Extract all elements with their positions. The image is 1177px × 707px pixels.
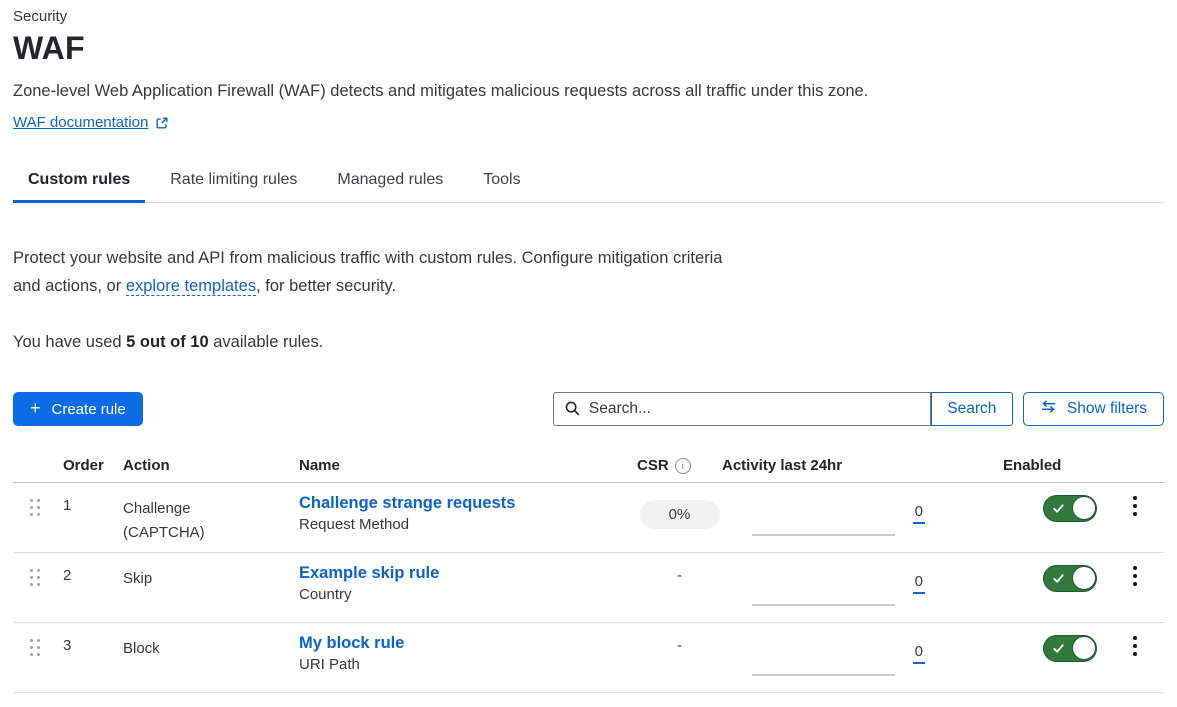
rule-name-link[interactable]: Challenge strange requests xyxy=(299,494,515,513)
activity-sparkline-cell: 0 xyxy=(722,623,938,692)
create-rule-button[interactable]: + Create rule xyxy=(13,392,143,426)
rule-order: 2 xyxy=(63,553,123,622)
search-button[interactable]: Search xyxy=(931,392,1013,426)
rule-action: Challenge (CAPTCHA) xyxy=(123,483,299,552)
intro-text: Protect your website and API from malici… xyxy=(13,244,751,300)
sparkline xyxy=(752,534,895,536)
tab-bar: Custom rules Rate limiting rules Managed… xyxy=(13,171,1164,203)
tab-tools[interactable]: Tools xyxy=(468,171,535,203)
waf-documentation-label: WAF documentation xyxy=(13,114,148,131)
header-csr: CSR xyxy=(637,457,669,474)
toggle-knob xyxy=(1072,496,1096,520)
show-filters-button[interactable]: Show filters xyxy=(1023,392,1164,426)
search-input[interactable] xyxy=(553,392,931,426)
toggle-knob xyxy=(1072,636,1096,660)
rule-action-line1: Block xyxy=(123,637,299,661)
tab-managed-rules[interactable]: Managed rules xyxy=(322,171,458,203)
table-row: 3 Block My block rule URI Path - 0 xyxy=(13,623,1164,693)
rule-field: Request Method xyxy=(299,516,637,533)
explore-templates-link[interactable]: explore templates xyxy=(126,277,256,296)
table-header-row: Order Action Name CSR i Activity last 24… xyxy=(13,457,1164,483)
header-order: Order xyxy=(63,457,123,474)
toggle-knob xyxy=(1072,566,1096,590)
activity-sparkline-cell: 0 xyxy=(722,483,938,552)
tab-rate-limiting-rules[interactable]: Rate limiting rules xyxy=(155,171,312,203)
rule-action-line1: Challenge xyxy=(123,497,299,521)
kebab-menu-icon[interactable] xyxy=(1128,636,1142,656)
page-title: WAF xyxy=(13,30,1164,67)
drag-handle-icon[interactable] xyxy=(13,623,63,692)
rule-action-line1: Skip xyxy=(123,567,299,591)
check-icon xyxy=(1052,502,1065,520)
enabled-toggle[interactable] xyxy=(1043,565,1097,592)
activity-count-link[interactable]: 0 xyxy=(913,643,925,664)
drag-handle-icon[interactable] xyxy=(13,553,63,622)
sparkline xyxy=(752,604,895,606)
sparkline xyxy=(752,674,895,676)
rule-field: URI Path xyxy=(299,656,637,673)
waf-documentation-link[interactable]: WAF documentation xyxy=(13,114,169,131)
activity-sparkline-cell: 0 xyxy=(722,553,938,622)
header-name: Name xyxy=(299,457,637,474)
search-icon xyxy=(564,400,581,422)
csr-badge: 0% xyxy=(640,500,720,529)
kebab-menu-icon[interactable] xyxy=(1128,566,1142,586)
usage-prefix: You have used xyxy=(13,333,126,351)
breadcrumb: Security xyxy=(13,8,1164,25)
enabled-toggle[interactable] xyxy=(1043,495,1097,522)
activity-count-link[interactable]: 0 xyxy=(913,503,925,524)
rule-action: Block xyxy=(123,623,299,692)
usage-suffix: available rules. xyxy=(209,333,324,351)
usage-count: 5 out of 10 xyxy=(126,333,209,351)
activity-count-link[interactable]: 0 xyxy=(913,573,925,594)
create-rule-label: Create rule xyxy=(52,401,126,418)
header-activity: Activity last 24hr xyxy=(722,457,938,474)
usage-text: You have used 5 out of 10 available rule… xyxy=(13,333,1164,352)
rule-action: Skip xyxy=(123,553,299,622)
enabled-toggle[interactable] xyxy=(1043,635,1097,662)
waf-page: Security WAF Zone-level Web Application … xyxy=(0,0,1177,693)
filters-icon xyxy=(1040,399,1057,419)
plus-icon: + xyxy=(30,399,41,417)
header-enabled: Enabled xyxy=(938,457,1120,474)
page-description: Zone-level Web Application Firewall (WAF… xyxy=(13,82,1164,101)
csr-value: - xyxy=(677,637,682,654)
rules-table: Order Action Name CSR i Activity last 24… xyxy=(13,457,1164,693)
check-icon xyxy=(1052,642,1065,660)
external-link-icon xyxy=(155,116,169,130)
show-filters-label: Show filters xyxy=(1067,400,1147,418)
search-group: Search xyxy=(553,392,1013,426)
drag-handle-icon[interactable] xyxy=(13,483,63,552)
check-icon xyxy=(1052,572,1065,590)
csr-info-icon[interactable]: i xyxy=(675,458,691,474)
table-row: 2 Skip Example skip rule Country - 0 xyxy=(13,553,1164,623)
intro-text-after: , for better security. xyxy=(256,277,396,295)
rule-order: 1 xyxy=(63,483,123,552)
header-action: Action xyxy=(123,457,299,474)
kebab-menu-icon[interactable] xyxy=(1128,496,1142,516)
toolbar: + Create rule Search xyxy=(13,392,1164,426)
csr-value: - xyxy=(677,567,682,584)
rule-name-link[interactable]: Example skip rule xyxy=(299,564,439,583)
rule-field: Country xyxy=(299,586,637,603)
rule-order: 3 xyxy=(63,623,123,692)
tab-custom-rules[interactable]: Custom rules xyxy=(13,171,145,203)
rule-action-line2: (CAPTCHA) xyxy=(123,521,299,545)
rule-name-link[interactable]: My block rule xyxy=(299,634,404,653)
table-row: 1 Challenge (CAPTCHA) Challenge strange … xyxy=(13,483,1164,553)
